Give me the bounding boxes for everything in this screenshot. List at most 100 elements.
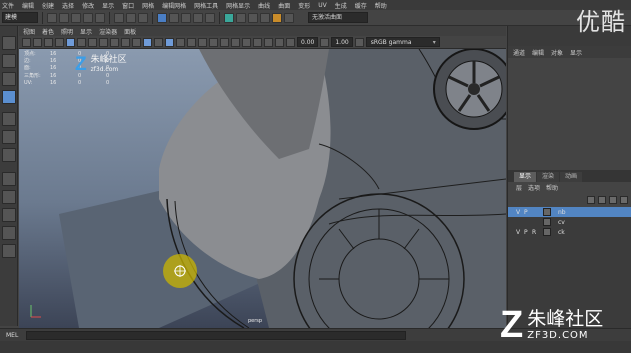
ipr-render-icon[interactable] xyxy=(260,12,270,23)
select-by-hierarchy-icon[interactable] xyxy=(114,12,124,23)
panel-menu-show[interactable]: 显示 xyxy=(80,27,92,36)
menu-uv[interactable]: UV xyxy=(318,2,327,9)
panel-menu-renderer[interactable]: 渲染器 xyxy=(99,27,117,36)
lasso-tool-icon[interactable] xyxy=(2,54,16,68)
xray-joints-icon[interactable] xyxy=(264,37,273,47)
layer-menu-help[interactable]: 帮助 xyxy=(546,183,558,192)
snap-to-point-icon[interactable] xyxy=(181,12,191,23)
save-scene-icon[interactable] xyxy=(71,12,81,23)
menu-file[interactable]: 文件 xyxy=(2,1,14,10)
move-tool-icon[interactable] xyxy=(2,90,16,104)
undo-icon[interactable] xyxy=(83,12,93,23)
redo-icon[interactable] xyxy=(95,12,105,23)
exposure-field[interactable]: 0.00 xyxy=(297,37,319,47)
open-scene-icon[interactable] xyxy=(59,12,69,23)
menu-window[interactable]: 窗口 xyxy=(122,1,134,10)
menu-generate[interactable]: 生成 xyxy=(335,1,347,10)
channel-menu-show[interactable]: 显示 xyxy=(570,48,582,57)
layer-menu-options[interactable]: 选项 xyxy=(528,183,540,192)
menu-surfaces[interactable]: 曲面 xyxy=(278,1,290,10)
menu-mesh-tools[interactable]: 网格工具 xyxy=(194,1,218,10)
isolate-select-icon[interactable] xyxy=(242,37,251,47)
ambient-occlusion-icon[interactable] xyxy=(209,37,218,47)
snap-to-plane-icon[interactable] xyxy=(193,12,203,23)
graph-layout-icon[interactable] xyxy=(2,244,16,258)
panel-menu-lighting[interactable]: 照明 xyxy=(61,27,73,36)
menu-edit-mesh[interactable]: 编辑网格 xyxy=(162,1,186,10)
layer-color-swatch[interactable] xyxy=(543,208,551,216)
color-management-icon[interactable] xyxy=(354,37,364,47)
safe-title-icon[interactable] xyxy=(132,37,141,47)
new-layer-from-selected-icon[interactable] xyxy=(620,196,628,204)
safe-action-icon[interactable] xyxy=(121,37,130,47)
image-plane-icon[interactable] xyxy=(55,37,64,47)
snap-to-grid-icon[interactable] xyxy=(157,12,167,23)
command-language-toggle[interactable]: MEL xyxy=(6,332,18,339)
scale-tool-icon[interactable] xyxy=(2,130,16,144)
gamma-field[interactable]: 1.00 xyxy=(331,37,353,47)
select-tool-icon[interactable] xyxy=(2,36,16,50)
xray-components-icon[interactable] xyxy=(275,37,284,47)
gamma-icon[interactable] xyxy=(320,37,330,47)
menu-mesh[interactable]: 网格 xyxy=(142,1,154,10)
wireframe-on-shaded-icon[interactable] xyxy=(165,37,174,47)
single-view-layout-icon[interactable] xyxy=(2,172,16,186)
menu-cache[interactable]: 缓存 xyxy=(355,1,367,10)
new-empty-layer-icon[interactable] xyxy=(609,196,617,204)
visibility-toggle[interactable]: V xyxy=(516,229,524,236)
channel-menu-object[interactable]: 对象 xyxy=(551,48,563,57)
tab-render[interactable]: 渲染 xyxy=(537,172,560,182)
tab-animation[interactable]: 动画 xyxy=(560,172,583,182)
move-layer-up-icon[interactable] xyxy=(587,196,595,204)
layer-row[interactable]: V P R ck xyxy=(508,227,631,237)
snap-to-surface-icon[interactable] xyxy=(205,12,215,23)
menu-deform[interactable]: 变形 xyxy=(298,1,310,10)
display-type-toggle[interactable]: R xyxy=(532,229,540,236)
four-view-layout-icon[interactable] xyxy=(2,190,16,204)
command-input[interactable] xyxy=(26,330,407,340)
layer-row[interactable]: V P nb xyxy=(508,207,631,217)
render-current-icon[interactable] xyxy=(248,12,258,23)
use-lights-icon[interactable] xyxy=(187,37,196,47)
view-transform-dropdown[interactable]: sRGB gamma xyxy=(365,37,440,47)
menu-edit[interactable]: 编辑 xyxy=(22,1,34,10)
menu-display[interactable]: 显示 xyxy=(102,1,114,10)
shadows-icon[interactable] xyxy=(198,37,207,47)
textured-icon[interactable] xyxy=(176,37,185,47)
paint-select-icon[interactable] xyxy=(2,72,16,86)
layer-menu-layers[interactable]: 层 xyxy=(516,183,522,192)
panel-menu-shading[interactable]: 着色 xyxy=(42,27,54,36)
playback-toggle[interactable]: P xyxy=(524,209,532,216)
snap-to-curve-icon[interactable] xyxy=(169,12,179,23)
history-icon[interactable] xyxy=(224,12,234,23)
exposure-icon[interactable] xyxy=(286,37,295,47)
last-tool-icon[interactable] xyxy=(2,148,16,162)
side-by-side-layout-icon[interactable] xyxy=(2,208,16,222)
perspective-viewport[interactable]: 顶点: 16 0 0 边: 16 0 0 面: 16 0 0 三角形: 16 0 0 UV: 16 0 0 Z… xyxy=(19,49,506,328)
layer-row[interactable]: cv xyxy=(508,217,631,227)
resolution-gate-icon[interactable] xyxy=(88,37,97,47)
channel-menu-edit[interactable]: 编辑 xyxy=(532,48,544,57)
xray-icon[interactable] xyxy=(253,37,262,47)
select-by-object-icon[interactable] xyxy=(126,12,136,23)
menu-help[interactable]: 帮助 xyxy=(375,1,387,10)
anti-aliasing-icon[interactable] xyxy=(231,37,240,47)
visibility-toggle[interactable]: V xyxy=(516,209,524,216)
menu-curves[interactable]: 曲线 xyxy=(258,1,270,10)
gate-mask-icon[interactable] xyxy=(99,37,108,47)
select-by-component-icon[interactable] xyxy=(138,12,148,23)
grid-toggle-icon[interactable] xyxy=(66,37,75,47)
channel-menu-channels[interactable]: 通道 xyxy=(513,48,525,57)
menu-set-dropdown[interactable]: 建模 xyxy=(2,12,38,23)
camera-attributes-icon[interactable] xyxy=(33,37,42,47)
render-settings-icon[interactable] xyxy=(272,12,282,23)
menu-mesh-display[interactable]: 网格显示 xyxy=(226,1,250,10)
rotate-tool-icon[interactable] xyxy=(2,112,16,126)
new-scene-icon[interactable] xyxy=(47,12,57,23)
outliner-layout-icon[interactable] xyxy=(2,226,16,240)
menu-modify[interactable]: 修改 xyxy=(82,1,94,10)
layer-color-swatch[interactable] xyxy=(543,218,551,226)
hypershade-icon[interactable] xyxy=(284,12,294,23)
smooth-shade-icon[interactable] xyxy=(154,37,163,47)
menu-create[interactable]: 创建 xyxy=(42,1,54,10)
